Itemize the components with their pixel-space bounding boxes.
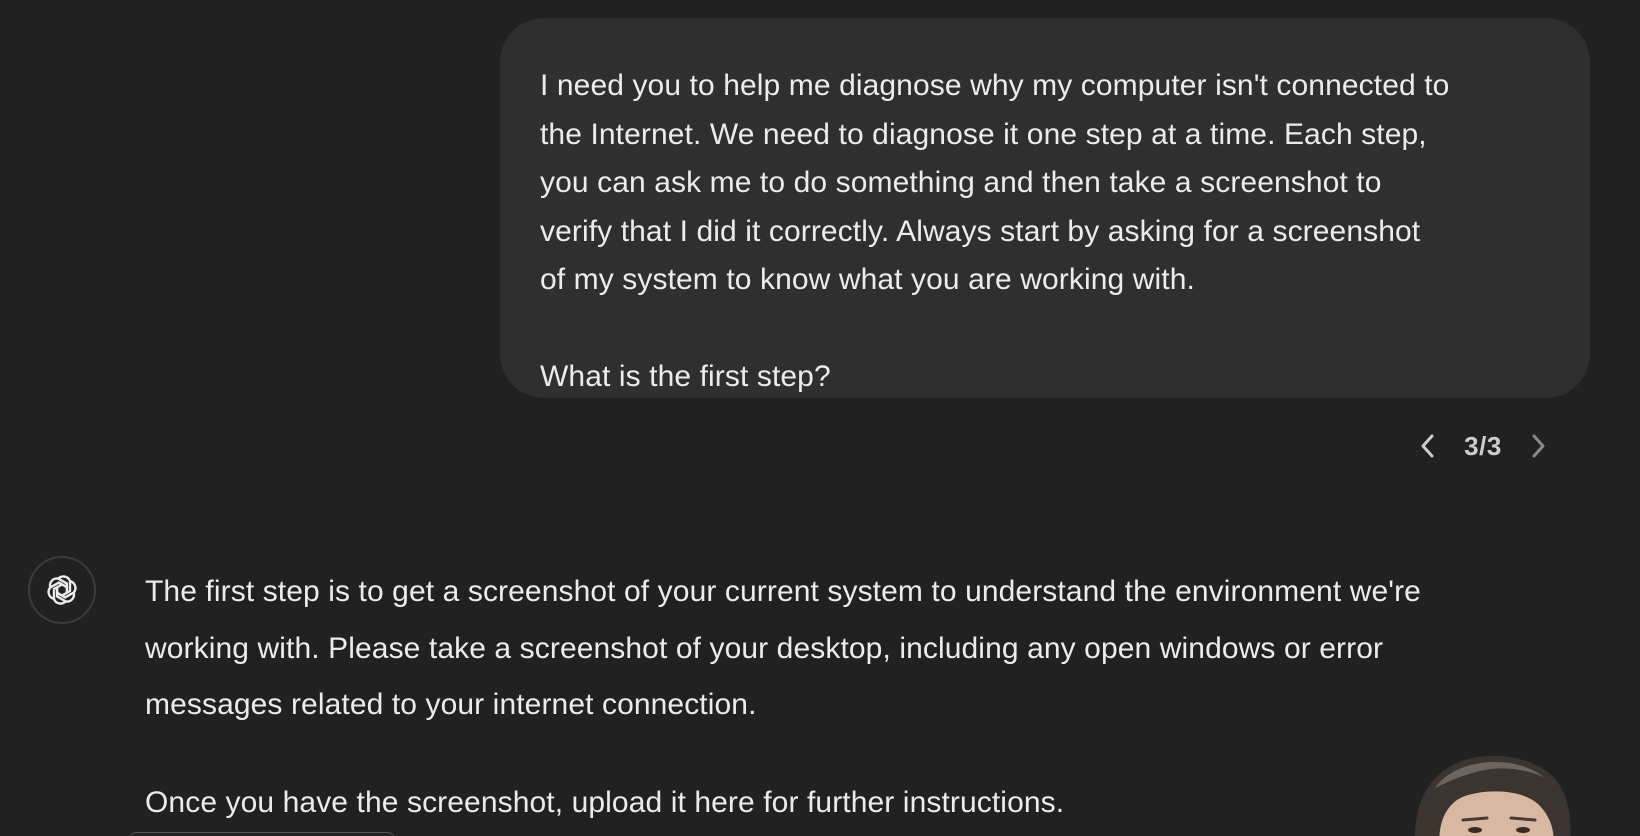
user-message-bubble: I need you to help me diagnose why my co… — [500, 18, 1590, 398]
assistant-message-line: Once you have the screenshot, upload it … — [145, 785, 1065, 819]
previous-version-button[interactable] — [1408, 424, 1448, 468]
chevron-right-icon — [1532, 434, 1545, 458]
presenter-video-image — [1414, 755, 1571, 836]
assistant-message-text: The first step is to get a screenshot of… — [145, 564, 1565, 831]
user-message-text: I need you to help me diagnose why my co… — [540, 62, 1550, 401]
composer-edge — [128, 832, 396, 836]
user-message-line: of my system to know what you are workin… — [540, 263, 1195, 296]
user-message-line: I need you to help me diagnose why my co… — [540, 69, 1450, 102]
assistant-message-line: The first step is to get a screenshot of… — [145, 575, 1421, 608]
chevron-left-icon — [1421, 434, 1434, 458]
user-message-line: you can ask me to do something and then … — [540, 166, 1382, 199]
chat-page: I need you to help me diagnose why my co… — [0, 0, 1640, 836]
chatgpt-logo-icon — [47, 575, 77, 605]
version-count: 3/3 — [1464, 430, 1502, 461]
assistant-message-line: working with. Please take a screenshot o… — [145, 631, 1384, 665]
message-version-pager: 3/3 — [1408, 424, 1558, 468]
user-message-line: verify that I did it correctly. Always s… — [540, 214, 1421, 248]
user-message-line: What is the first step? — [540, 359, 831, 393]
webcam-overlay — [1395, 748, 1595, 836]
assistant-avatar — [28, 556, 96, 624]
user-message-line: the Internet. We need to diagnose it one… — [540, 117, 1427, 151]
assistant-message-line: messages related to your internet connec… — [145, 688, 757, 721]
next-version-button[interactable] — [1518, 424, 1558, 468]
